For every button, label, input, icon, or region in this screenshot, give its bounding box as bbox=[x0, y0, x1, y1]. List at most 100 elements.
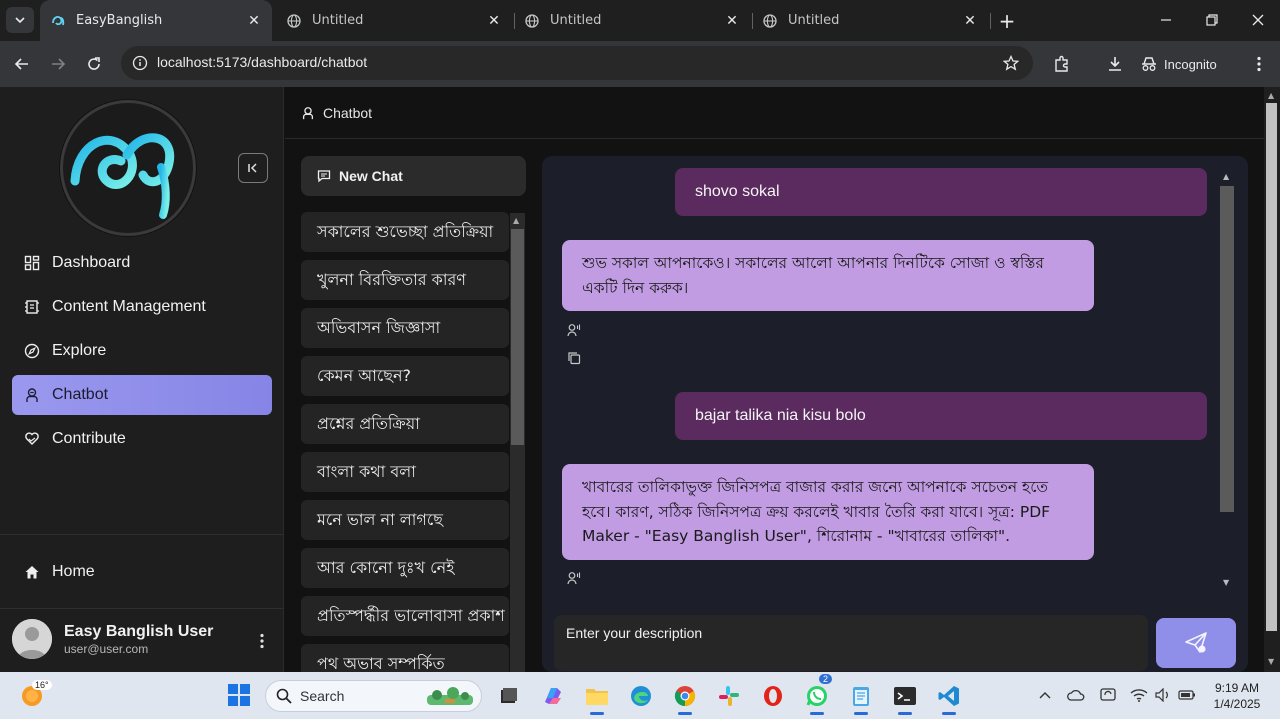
tab-easybanglish[interactable]: EasyBanglish ✕ bbox=[40, 0, 272, 41]
close-tab-icon[interactable]: ✕ bbox=[486, 13, 502, 29]
taskbar-notepad[interactable] bbox=[845, 680, 877, 715]
incognito-indicator[interactable]: Incognito bbox=[1140, 49, 1217, 79]
minimize-button[interactable] bbox=[1143, 0, 1189, 40]
notepad-icon bbox=[853, 687, 869, 706]
list-item[interactable]: অভিবাসন জিজ্ঞাসা bbox=[301, 308, 509, 348]
terminal-icon bbox=[894, 687, 916, 705]
scrollbar-thumb[interactable] bbox=[1220, 186, 1234, 512]
scroll-up-icon[interactable]: ▲ bbox=[1223, 172, 1229, 181]
start-button[interactable] bbox=[228, 684, 250, 706]
weather-temp: 16° bbox=[32, 680, 52, 690]
taskbar-file-explorer[interactable] bbox=[581, 680, 613, 715]
forward-button[interactable] bbox=[43, 49, 73, 79]
globe-icon bbox=[524, 13, 540, 29]
list-item[interactable]: প্রশ্নের প্রতিক্রিয়া bbox=[301, 404, 509, 444]
tray-wifi[interactable] bbox=[1130, 686, 1148, 704]
sync-icon bbox=[1100, 688, 1116, 701]
copy-icon[interactable] bbox=[566, 350, 582, 366]
wifi-icon bbox=[1130, 689, 1148, 702]
taskbar-whatsapp[interactable]: 2 bbox=[801, 674, 833, 715]
list-item[interactable]: সকালের শুভেচ্ছা প্রতিক্রিয়া bbox=[301, 212, 509, 252]
restore-button[interactable] bbox=[1189, 0, 1235, 40]
battery-icon bbox=[1178, 690, 1195, 700]
browser-tab-bar: EasyBanglish ✕ Untitled ✕ Untitled ✕ Unt… bbox=[0, 0, 1280, 41]
chat-scrollbar[interactable]: ▲ ▼ bbox=[1220, 172, 1234, 592]
tray-sync[interactable] bbox=[1099, 686, 1117, 704]
scroll-down-icon[interactable]: ▼ bbox=[1223, 578, 1229, 587]
chevron-down-icon bbox=[15, 17, 25, 24]
tab-untitled-3[interactable]: Untitled ✕ bbox=[752, 0, 988, 41]
bookmark-star-icon[interactable] bbox=[1001, 53, 1021, 73]
browser-menu-button[interactable] bbox=[1244, 49, 1274, 79]
clock-date: 1/4/2025 bbox=[1213, 697, 1261, 711]
downloads-button[interactable] bbox=[1100, 49, 1130, 79]
new-chat-button[interactable]: New Chat bbox=[301, 156, 526, 196]
new-tab-button[interactable]: + bbox=[994, 8, 1020, 34]
system-clock[interactable]: 9:19 AM 1/4/2025 bbox=[1204, 680, 1270, 712]
weather-widget[interactable]: 16° bbox=[20, 680, 52, 708]
list-item[interactable]: বাংলা কথা বলা bbox=[301, 452, 509, 492]
close-tab-icon[interactable]: ✕ bbox=[962, 13, 978, 29]
taskbar-file-manager[interactable] bbox=[492, 680, 524, 712]
taskbar-search[interactable]: Search bbox=[265, 680, 482, 712]
send-icon bbox=[1185, 632, 1207, 653]
taskbar-vscode[interactable] bbox=[933, 680, 965, 715]
browser-toolbar: localhost:5173/dashboard/chatbot Incogni… bbox=[0, 41, 1280, 87]
user-message: shovo sokal bbox=[675, 168, 1207, 216]
list-item[interactable]: মনে ভাল না লাগছে bbox=[301, 500, 509, 540]
chrome-icon bbox=[674, 686, 696, 707]
send-button[interactable] bbox=[1156, 618, 1236, 668]
taskbar-chrome[interactable] bbox=[669, 680, 701, 715]
scroll-up-icon[interactable]: ▲ bbox=[1268, 91, 1274, 100]
chat-workspace: New Chat সকালের শুভেচ্ছা প্রতিক্রিয়া খু… bbox=[0, 87, 1264, 672]
tray-volume[interactable] bbox=[1154, 686, 1172, 704]
taskbar-edge[interactable] bbox=[625, 680, 657, 712]
list-item[interactable]: প্রতিস্পর্দ্ধীর ভালোবাসা প্রকাশ bbox=[301, 596, 509, 636]
page-scrollbar[interactable]: ▲ ▼ bbox=[1264, 87, 1280, 672]
url-text[interactable]: localhost:5173/dashboard/chatbot bbox=[157, 54, 367, 70]
scrollbar-thumb[interactable] bbox=[511, 229, 524, 445]
history-scrollbar[interactable]: ▲ bbox=[510, 213, 525, 672]
taskbar-slack[interactable] bbox=[713, 680, 745, 712]
taskbar-opera[interactable] bbox=[757, 680, 789, 712]
list-item[interactable]: খুলনা বিরক্তিতার কারণ bbox=[301, 260, 509, 300]
bot-message: খাবারের তালিকাভুক্ত জিনিসপত্র বাজার করার… bbox=[562, 464, 1094, 560]
show-hidden-icons[interactable] bbox=[1036, 686, 1054, 704]
globe-icon bbox=[286, 13, 302, 29]
clock-time: 9:19 AM bbox=[1214, 681, 1260, 695]
tab-search-button[interactable] bbox=[6, 7, 34, 33]
address-bar[interactable]: localhost:5173/dashboard/chatbot bbox=[121, 46, 1033, 80]
edge-icon bbox=[631, 686, 651, 706]
close-tab-icon[interactable]: ✕ bbox=[246, 13, 262, 29]
tab-title: Untitled bbox=[788, 13, 840, 28]
tray-battery[interactable] bbox=[1178, 686, 1196, 704]
list-item[interactable]: পথ অভাব সম্পর্কিত bbox=[301, 644, 509, 672]
notification-badge: 2 bbox=[819, 674, 833, 684]
task-view-icon bbox=[501, 688, 517, 703]
speak-icon[interactable] bbox=[566, 322, 582, 338]
arrow-right-icon bbox=[52, 58, 66, 70]
taskbar-copilot[interactable] bbox=[537, 680, 569, 712]
speak-icon[interactable] bbox=[566, 570, 582, 586]
extensions-button[interactable] bbox=[1047, 49, 1077, 79]
list-item[interactable]: আর কোনো দুঃখ নেই bbox=[301, 548, 509, 588]
taskbar: 16° Search 2 9:19 AM 1/4/2025 bbox=[0, 672, 1280, 719]
tab-untitled-2[interactable]: Untitled ✕ bbox=[514, 0, 750, 41]
tray-onedrive[interactable] bbox=[1067, 686, 1085, 704]
scroll-down-icon[interactable]: ▼ bbox=[1268, 657, 1274, 666]
site-info-icon[interactable] bbox=[131, 54, 149, 72]
back-button[interactable] bbox=[7, 49, 37, 79]
bot-message: শুভ সকাল আপনাকেও। সকালের আলো আপনার দিনটি… bbox=[562, 240, 1094, 311]
copilot-icon bbox=[545, 688, 561, 704]
taskbar-terminal[interactable] bbox=[889, 680, 921, 715]
chat-bubble-icon bbox=[317, 169, 331, 183]
cloud-icon bbox=[1067, 689, 1085, 701]
list-item[interactable]: কেমন আছেন? bbox=[301, 356, 509, 396]
message-input[interactable]: Enter your description bbox=[554, 615, 1148, 671]
tab-untitled-1[interactable]: Untitled ✕ bbox=[276, 0, 512, 41]
reload-button[interactable] bbox=[79, 49, 109, 79]
close-tab-icon[interactable]: ✕ bbox=[724, 13, 740, 29]
scrollbar-thumb[interactable] bbox=[1266, 103, 1277, 631]
close-window-button[interactable] bbox=[1235, 0, 1280, 40]
scroll-up-icon[interactable]: ▲ bbox=[513, 216, 519, 225]
